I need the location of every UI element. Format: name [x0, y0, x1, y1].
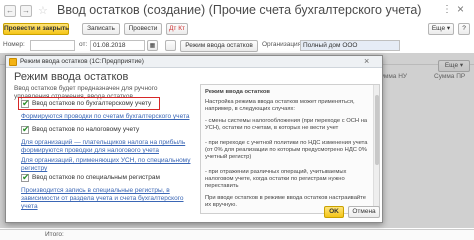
date-label: от:: [79, 41, 88, 48]
dt-kt-button[interactable]: Дт Кт: [166, 23, 188, 35]
usn-note-link[interactable]: Для организаций, применяющих УСН, по спе…: [21, 157, 193, 173]
post-and-close-button[interactable]: Провести и закрыть: [3, 23, 69, 35]
ok-button[interactable]: OK: [324, 206, 344, 218]
number-field[interactable]: [30, 40, 75, 51]
date-field[interactable]: 01.08.2018: [90, 40, 145, 51]
total-label: Итого:: [45, 231, 64, 238]
special-registers-note[interactable]: Производится запись в специальные регист…: [21, 187, 193, 211]
help-line: При вводе остатков в режиме ввода остатк…: [205, 195, 366, 209]
calendar-icon[interactable]: ▦: [147, 40, 158, 51]
document-header: Номер: от: 01.08.2018 ▦ Режим ввода оста…: [0, 39, 474, 53]
help-line: - при переходе с учетной политики по НДС…: [205, 140, 368, 161]
forward-icon[interactable]: →: [20, 5, 32, 17]
title-bar: ← → ☆ Ввод остатков (создание) (Прочие с…: [0, 0, 474, 22]
entry-mode-dialog: Режим ввода остатков (1С:Предприятие) × …: [5, 55, 383, 223]
close-icon[interactable]: ×: [457, 2, 464, 16]
accounting-checkbox[interactable]: [21, 98, 30, 109]
help-line: Настройка режима ввода остатков может пр…: [205, 99, 355, 113]
totals-footer: Итого:: [0, 229, 474, 240]
window-title: Ввод остатков (создание) (Прочие счета б…: [57, 3, 422, 17]
cancel-button[interactable]: Отмена: [348, 206, 380, 218]
tax-postings-link[interactable]: Для организаций — плательщиков налога на…: [21, 139, 193, 155]
accounting-checkbox-label: Ввод остатков по бухгалтерскому учету: [32, 100, 152, 107]
favorite-star-icon[interactable]: ☆: [38, 4, 48, 17]
app-icon: [9, 58, 17, 66]
dialog-heading: Режим ввода остатков: [14, 71, 129, 83]
dialog-window-title: Режим ввода остатков (1С:Предприятие): [20, 58, 144, 65]
help-line: - смены системы налогообложения (при пер…: [205, 118, 368, 132]
accounting-postings-link[interactable]: Формируются проводки по счетам бухгалтер…: [21, 113, 191, 121]
entry-mode-button[interactable]: Режим ввода остатков: [180, 40, 258, 52]
scrollbar-thumb[interactable]: [375, 95, 379, 165]
more-button[interactable]: Еще ▾: [428, 23, 454, 35]
toolbar: Провести и закрыть Записать Провести Дт …: [0, 23, 474, 37]
help-title: Режим ввода остатков: [205, 89, 270, 95]
organization-label: Организация:: [262, 41, 304, 48]
special-registers-label: Ввод остатков по специальным регистрам: [32, 174, 160, 181]
tax-checkbox[interactable]: [21, 124, 30, 135]
number-label: Номер:: [3, 41, 25, 48]
back-icon[interactable]: ←: [4, 5, 16, 17]
tax-checkbox-label: Ввод остатков по налоговому учету: [32, 126, 140, 133]
help-button[interactable]: ?: [458, 23, 470, 35]
save-button[interactable]: Записать: [82, 23, 120, 35]
organization-field[interactable]: Полный дом ООО: [300, 40, 400, 51]
help-panel: Режим ввода остатков Настройка режима вв…: [200, 84, 380, 214]
dialog-titlebar: Режим ввода остатков (1С:Предприятие) ×: [6, 56, 382, 68]
more-menu-icon[interactable]: ⋮: [442, 4, 452, 15]
help-line: - при отражении различных операций, учит…: [205, 169, 347, 190]
dt-kt-toggle-icon[interactable]: [165, 40, 176, 51]
post-button[interactable]: Провести: [124, 23, 162, 35]
dialog-close-icon[interactable]: ×: [364, 56, 369, 66]
help-scrollbar[interactable]: [373, 85, 379, 213]
special-registers-checkbox[interactable]: [21, 172, 30, 183]
